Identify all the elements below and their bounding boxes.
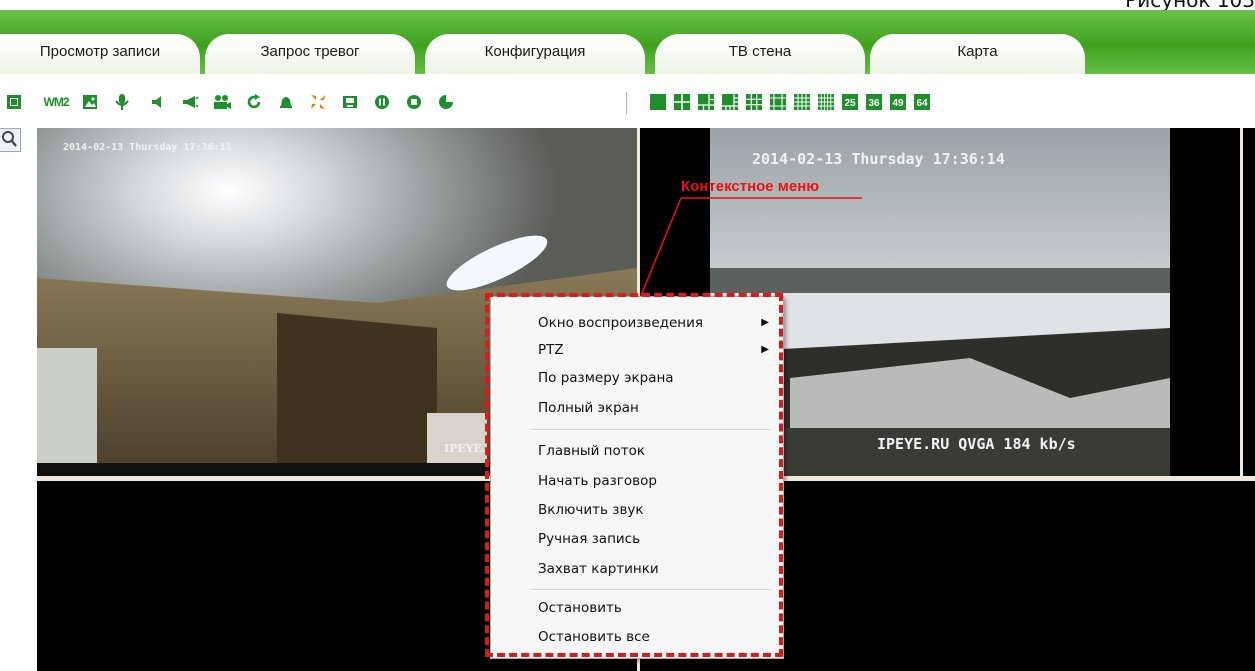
menu-item-start-talk[interactable]: Начать разговор [491, 468, 783, 494]
menu-item-stop-all[interactable]: Остановить все [491, 624, 783, 650]
submenu-arrow-icon: ▶ [761, 344, 769, 355]
menu-item-label: Остановить [538, 600, 622, 616]
menu-item-label: Главный поток [538, 443, 646, 459]
menu-item-label: Ручная запись [538, 531, 641, 547]
callout-label: Контекстное меню [681, 178, 820, 195]
menu-item-fullscreen[interactable]: Полный экран [491, 395, 783, 421]
menu-item-capture-picture[interactable]: Захват картинки [491, 556, 783, 582]
menu-item-label: Окно воспроизведения [538, 315, 704, 331]
menu-item-label: Остановить все [538, 629, 650, 645]
menu-item-main-stream[interactable]: Главный поток [491, 438, 783, 464]
menu-item-label: Начать разговор [538, 473, 657, 489]
context-menu: Окно воспроизведения ▶ PTZ ▶ По размеру эк… [490, 296, 784, 659]
menu-item-label: PTZ [538, 342, 564, 358]
menu-item-fit-screen[interactable]: По размеру экрана [491, 365, 783, 391]
menu-item-stop[interactable]: Остановить [491, 595, 783, 621]
menu-divider [531, 589, 771, 591]
menu-divider [531, 429, 771, 431]
menu-item-enable-sound[interactable]: Включить звук [491, 497, 783, 523]
menu-item-label: Захват картинки [538, 561, 659, 577]
menu-item-label: По размеру экрана [538, 370, 674, 386]
menu-item-ptz[interactable]: PTZ ▶ [491, 337, 783, 363]
menu-item-playback-window[interactable]: Окно воспроизведения ▶ [491, 310, 783, 336]
menu-item-manual-record[interactable]: Ручная запись [491, 526, 783, 552]
menu-item-label: Включить звук [538, 502, 644, 518]
menu-item-label: Полный экран [538, 400, 639, 416]
submenu-arrow-icon: ▶ [761, 317, 769, 328]
